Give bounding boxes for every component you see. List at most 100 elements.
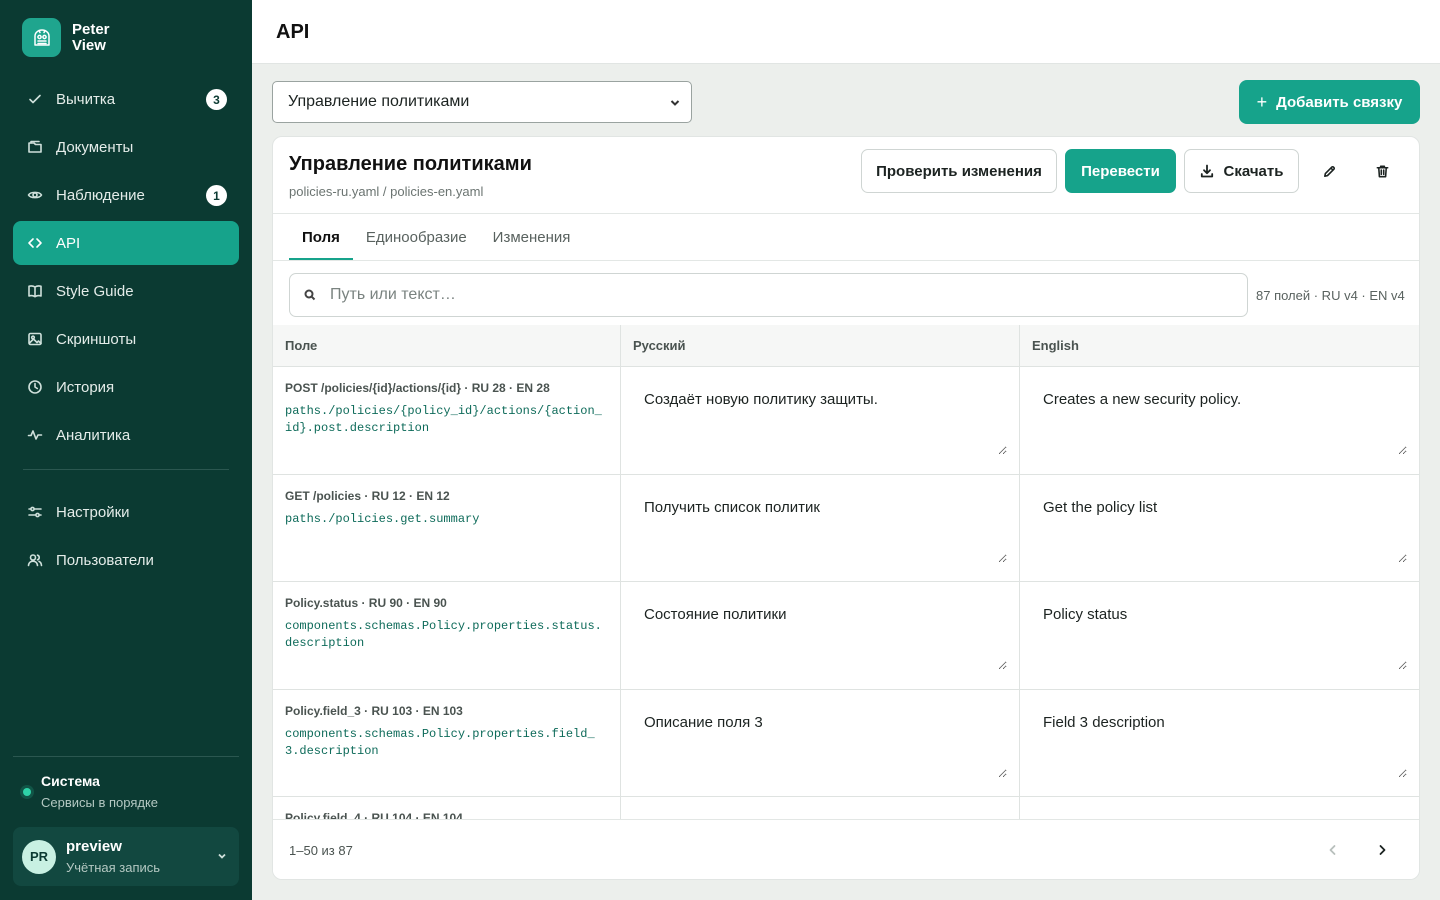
english-text-input[interactable]: Field 3 description <box>1032 701 1407 778</box>
system-status: Система Сервисы в порядке <box>22 773 158 810</box>
delete-button[interactable] <box>1366 155 1398 187</box>
english-text-input[interactable]: Creates a new security policy. <box>1032 379 1407 455</box>
field-title: POST /policies/{id}/actions/{id} · RU 28… <box>285 381 550 395</box>
english-text-input[interactable]: Policy status <box>1032 594 1407 670</box>
download-icon <box>1200 164 1214 178</box>
activity-icon <box>26 426 44 444</box>
tabs-divider <box>273 260 1419 261</box>
spec-card: Управление политиками policies-ru.yaml /… <box>272 136 1420 880</box>
column-header-russian: Русский <box>621 325 1020 366</box>
field-path: paths./policies/{policy_id}/actions/{act… <box>285 404 602 435</box>
field-title: Policy.field_3 · RU 103 · EN 103 <box>285 703 463 718</box>
tab-changes[interactable]: Изменения <box>480 214 584 260</box>
search-box <box>289 273 1248 317</box>
russian-text-input[interactable]: Получить список политик <box>633 486 1007 563</box>
sidebar-item-users[interactable]: Пользователи <box>13 538 239 582</box>
edit-button[interactable] <box>1313 155 1345 187</box>
check-changes-button[interactable]: Проверить изменения <box>861 149 1057 193</box>
search-input[interactable] <box>330 286 1210 304</box>
field-title: Policy.field_4 · RU 104 · EN 104 <box>285 811 463 819</box>
fields-table: Поле Русский English POST /policies/{id}… <box>273 325 1419 819</box>
clock-icon <box>26 378 44 396</box>
english-text-input[interactable]: Get the policy list <box>1032 486 1407 563</box>
field-title: Policy.status · RU 90 · EN 90 <box>285 596 447 610</box>
brand[interactable]: Peter View <box>22 18 132 57</box>
book-icon <box>26 282 44 300</box>
tab-fields[interactable]: Поля <box>289 214 353 260</box>
sidebar-item-label: Наблюдение <box>56 186 145 204</box>
search-icon <box>304 289 316 301</box>
sidebar-item-settings[interactable]: Настройки <box>13 490 239 534</box>
user-role: Учётная запись <box>66 860 161 875</box>
sidebar-item-label: История <box>56 378 115 396</box>
prev-page-button[interactable] <box>1317 834 1349 866</box>
english-cell: Get the policy list <box>1020 475 1419 582</box>
sidebar-item-analytics[interactable]: Аналитика <box>13 413 239 457</box>
sidebar-item-label: Скриншоты <box>56 330 137 348</box>
translate-button[interactable]: Перевести <box>1065 149 1176 193</box>
tabs: Поля Единообразие Изменения <box>289 214 583 260</box>
table-row: Policy.field_4 · RU 104 · EN 104 <box>273 797 1419 819</box>
card-title: Управление политиками <box>289 153 532 175</box>
next-page-button[interactable] <box>1366 834 1398 866</box>
table-row: Policy.status · RU 90 · EN 90 components… <box>273 582 1419 690</box>
russian-text-input[interactable]: Состояние политики <box>633 594 1007 670</box>
russian-text-input[interactable]: Создаёт новую политику защиты. <box>633 379 1007 455</box>
russian-cell: Состояние политики <box>621 582 1020 689</box>
add-binding-label: Добавить связку <box>1276 93 1403 111</box>
spec-select[interactable]: Управление политиками <box>272 81 692 123</box>
field-cell: Policy.field_4 · RU 104 · EN 104 <box>273 797 621 819</box>
english-cell <box>1020 797 1419 819</box>
check-changes-label: Проверить изменения <box>876 162 1042 180</box>
topbar: API <box>252 0 1440 64</box>
system-title: Система <box>41 773 100 789</box>
field-count-meta: 87 полей · RU v4 · EN v4 <box>1256 288 1405 303</box>
download-label: Скачать <box>1223 162 1284 180</box>
translate-label: Перевести <box>1081 162 1160 180</box>
column-header-field: Поле <box>273 325 621 366</box>
sidebar-item-label: Документы <box>56 138 134 156</box>
sidebar: Peter View Вычитка 3 Документы Наблюдени… <box>0 0 252 900</box>
sidebar-badge: 3 <box>206 89 227 110</box>
chevron-down-icon <box>215 849 229 863</box>
field-cell: GET /policies · RU 12 · EN 12 paths./pol… <box>273 474 621 581</box>
add-binding-button[interactable]: + Добавить связку <box>1239 80 1420 124</box>
tab-consistency[interactable]: Единообразие <box>353 214 480 260</box>
russian-cell: Создаёт новую политику защиты. <box>621 367 1020 474</box>
sidebar-item-label: Вычитка <box>56 90 116 108</box>
pagination-range: 1–50 из 87 <box>289 843 353 858</box>
field-path: components.schemas.Policy.properties.fie… <box>285 726 595 758</box>
table-row: Policy.field_3 · RU 103 · EN 103 compone… <box>273 689 1419 797</box>
english-cell: Policy status <box>1020 582 1419 689</box>
chevron-down-icon <box>669 96 681 108</box>
code-icon <box>26 234 44 252</box>
download-button[interactable]: Скачать <box>1184 149 1299 193</box>
chevron-left-icon <box>1326 843 1340 857</box>
folder-icon <box>26 138 44 156</box>
sliders-icon <box>26 503 44 521</box>
field-cell: Policy.field_3 · RU 103 · EN 103 compone… <box>273 689 621 796</box>
russian-text-input[interactable]: Описание поля 3 <box>633 701 1007 778</box>
sidebar-item-api[interactable]: API <box>13 221 239 265</box>
trash-icon <box>1375 164 1390 179</box>
chevron-right-icon <box>1375 843 1389 857</box>
sidebar-item-screenshots[interactable]: Скриншоты <box>13 317 239 361</box>
sidebar-item-label: Style Guide <box>56 282 134 300</box>
sidebar-item-history[interactable]: История <box>13 365 239 409</box>
sidebar-item-monitoring[interactable]: Наблюдение 1 <box>13 173 239 217</box>
sidebar-item-proofreading[interactable]: Вычитка 3 <box>13 77 239 121</box>
table-row: POST /policies/{id}/actions/{id} · RU 28… <box>273 367 1419 475</box>
app-logo-icon <box>22 18 61 57</box>
spec-select-value: Управление политиками <box>288 93 470 110</box>
sidebar-item-documents[interactable]: Документы <box>13 125 239 169</box>
app-name: Peter View <box>72 20 110 54</box>
account-menu[interactable]: PR preview Учётная запись <box>13 827 239 886</box>
pencil-icon <box>1322 164 1337 179</box>
system-status-text: Сервисы в порядке <box>41 795 159 810</box>
sidebar-item-style-guide[interactable]: Style Guide <box>13 269 239 313</box>
russian-cell: Получить список политик <box>621 474 1020 581</box>
user-name: preview <box>66 838 122 855</box>
field-title: GET /policies · RU 12 · EN 12 <box>285 488 450 503</box>
field-path: paths./policies.get.summary <box>285 511 480 526</box>
sidebar-nav: Вычитка 3 Документы Наблюдение 1 API Sty… <box>13 77 239 586</box>
